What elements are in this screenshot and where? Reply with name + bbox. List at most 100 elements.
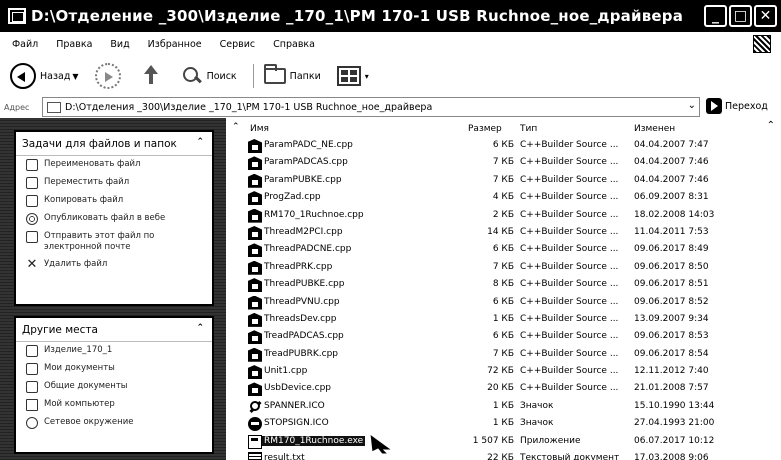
file-row[interactable]: ThreadPVNU.cpp 6 КБ C++Builder Source ... 0… [226, 295, 781, 312]
cpp-file-icon [248, 208, 262, 223]
file-row[interactable]: ProgZad.cpp 4 КБ C++Builder Source ... 06.0… [226, 190, 781, 207]
file-name: Unit1.cpp [264, 366, 308, 377]
menu-edit[interactable]: Правка [56, 39, 92, 50]
folder-window-icon [8, 8, 26, 24]
menu-file[interactable]: Файл [12, 39, 38, 50]
scroll-up-icon[interactable]: ⌃ [767, 120, 775, 131]
file-size: 1 КБ [492, 418, 514, 429]
file-size: 14 КБ [487, 226, 514, 237]
search-button[interactable]: Поиск [181, 65, 237, 87]
txt-file-icon [248, 452, 262, 460]
file-row[interactable]: Unit1.cpp 72 КБ C++Builder Source ... 12.11… [226, 364, 781, 381]
file-type: Значок [520, 400, 554, 411]
back-dropdown-icon[interactable]: ▼ [72, 72, 78, 81]
file-size: 22 КБ [487, 453, 514, 460]
other-places-header[interactable]: Другие места ⌃ [16, 318, 212, 342]
file-row[interactable]: ThreadPADCNE.cpp 6 КБ C++Builder Source ..… [226, 242, 781, 259]
exe-file-icon [248, 434, 262, 449]
file-row[interactable]: RM170_1Ruchnoe.cpp 2 КБ C++Builder Source … [226, 208, 781, 225]
file-row[interactable]: SPANNER.ICO 1 КБ Значок 15.10.1990 13:44 [226, 399, 781, 416]
column-header-name[interactable]: Имя [250, 124, 269, 134]
cpp-file-icon [248, 260, 262, 275]
collapse-chevron-icon[interactable]: ⌃ [196, 137, 204, 147]
file-modified: 17.03.2008 9:06 [634, 453, 709, 460]
file-row[interactable]: UsbDevice.cpp 20 КБ C++Builder Source ... 2… [226, 381, 781, 398]
file-row[interactable]: ThreadPUBKE.cpp 8 КБ C++Builder Source ...… [226, 277, 781, 294]
file-name: ProgZad.cpp [264, 192, 321, 203]
file-size: 1 КБ [492, 400, 514, 411]
file-type: C++Builder Source ... [520, 174, 619, 185]
task-delete[interactable]: ✕ Удалить файл [16, 256, 212, 274]
cpp-file-icon [248, 312, 262, 327]
file-name: ThreadPUBKE.cpp [264, 279, 345, 290]
file-size: 6 КБ [492, 331, 514, 342]
place-my-documents[interactable]: Мои документы [16, 360, 212, 378]
views-button[interactable]: ▾ [336, 66, 369, 86]
file-rows: ParamPADC_NE.cpp 6 КБ C++Builder Source ..… [226, 138, 781, 460]
file-type: C++Builder Source ... [520, 313, 619, 324]
folder-icon [26, 345, 38, 357]
menu-view[interactable]: Вид [110, 39, 129, 50]
collapse-chevron-icon[interactable]: ⌃ [196, 323, 204, 333]
file-type: C++Builder Source ... [520, 296, 619, 307]
task-rename[interactable]: Переименовать файл [16, 156, 212, 174]
file-name: RM170_1Ruchnoe.exe [262, 435, 366, 446]
file-row[interactable]: ThreadsDev.cpp 1 КБ C++Builder Source ... 1… [226, 312, 781, 329]
file-modified: 18.02.2008 14:03 [634, 209, 715, 220]
file-size: 72 КБ [487, 366, 514, 377]
place-network[interactable]: Сетевое окружение [16, 414, 212, 432]
address-field[interactable]: D:\Отделения _300\Изделие _170_1\PM 170-… [42, 97, 700, 117]
menu-help[interactable]: Справка [273, 39, 315, 50]
publish-web-icon [26, 213, 38, 225]
file-size: 7 КБ [492, 261, 514, 272]
back-button[interactable]: Назад ▼ [10, 63, 79, 89]
close-button[interactable]: ✕ [754, 5, 777, 27]
file-type: C++Builder Source ... [520, 366, 619, 377]
file-row[interactable]: ThreadM2PCI.cpp 14 КБ C++Builder Source ..… [226, 225, 781, 242]
file-name: TreadPADCAS.cpp [264, 331, 344, 342]
delete-icon: ✕ [26, 257, 38, 272]
file-row[interactable]: TreadPUBRK.cpp 7 КБ C++Builder Source ... 0… [226, 347, 781, 364]
file-row[interactable]: TreadPADCAS.cpp 6 КБ C++Builder Source ...… [226, 329, 781, 346]
cpp-file-icon [248, 243, 262, 258]
task-email[interactable]: Отправить этот файл по электронной почте [16, 228, 212, 256]
task-delete-label: Удалить файл [44, 259, 108, 269]
file-size: 7 КБ [492, 157, 514, 168]
shared-documents-icon [26, 381, 38, 393]
file-type: C++Builder Source ... [520, 383, 619, 394]
folders-button[interactable]: Папки [263, 64, 321, 84]
task-move[interactable]: Переместить файл [16, 174, 212, 192]
task-publish-web[interactable]: Опубликовать файл в вебе [16, 210, 212, 228]
address-dropdown-icon[interactable]: ⌄ [688, 100, 696, 111]
file-name: ThreadPRK.cpp [264, 261, 333, 272]
place-shared-documents[interactable]: Общие документы [16, 378, 212, 396]
place-parent-folder[interactable]: Изделие_170_1 [16, 342, 212, 360]
up-button[interactable] [141, 65, 165, 87]
file-size: 8 КБ [492, 279, 514, 290]
place-my-computer[interactable]: Мой компьютер [16, 396, 212, 414]
file-row[interactable]: STOPSIGN.ICO 1 КБ Значок 27.04.1993 21:00 [226, 416, 781, 433]
file-row[interactable]: result.txt 22 КБ Текстовый документ 17.03.2… [226, 451, 781, 460]
file-row[interactable]: ParamPADCAS.cpp 7 КБ C++Builder Source ...… [226, 155, 781, 172]
column-header-type[interactable]: Тип [520, 124, 537, 134]
column-header-modified[interactable]: Изменен [634, 124, 675, 134]
go-button[interactable]: Переход [706, 98, 768, 114]
views-icon [336, 66, 361, 86]
menu-tools[interactable]: Сервис [220, 39, 256, 50]
file-row[interactable]: ParamPUBKE.cpp 7 КБ C++Builder Source ... 0… [226, 173, 781, 190]
menu-favorites[interactable]: Избранное [148, 39, 202, 50]
column-header-size[interactable]: Размер [468, 124, 502, 134]
address-folder-icon [47, 101, 61, 113]
task-copy[interactable]: Копировать файл [16, 192, 212, 210]
cpp-file-icon [248, 191, 262, 206]
file-row[interactable]: ThreadPRK.cpp 7 КБ C++Builder Source ... 09… [226, 260, 781, 277]
file-name: ThreadM2PCI.cpp [264, 226, 343, 237]
file-row[interactable]: ParamPADC_NE.cpp 6 КБ C++Builder Source ..… [226, 138, 781, 155]
file-tasks-header[interactable]: Задачи для файлов и папок ⌃ [16, 132, 212, 156]
file-row[interactable]: RM170_1Ruchnoe.exe 1 507 КБ Приложение 06.0… [226, 434, 781, 451]
maximize-button[interactable]: □ [729, 5, 752, 27]
toolbar: Назад ▼ Поиск Папки ▾ [0, 58, 781, 94]
place-my-documents-label: Мои документы [44, 363, 115, 373]
minimize-button[interactable]: _ [704, 5, 727, 27]
forward-button[interactable] [94, 63, 125, 89]
